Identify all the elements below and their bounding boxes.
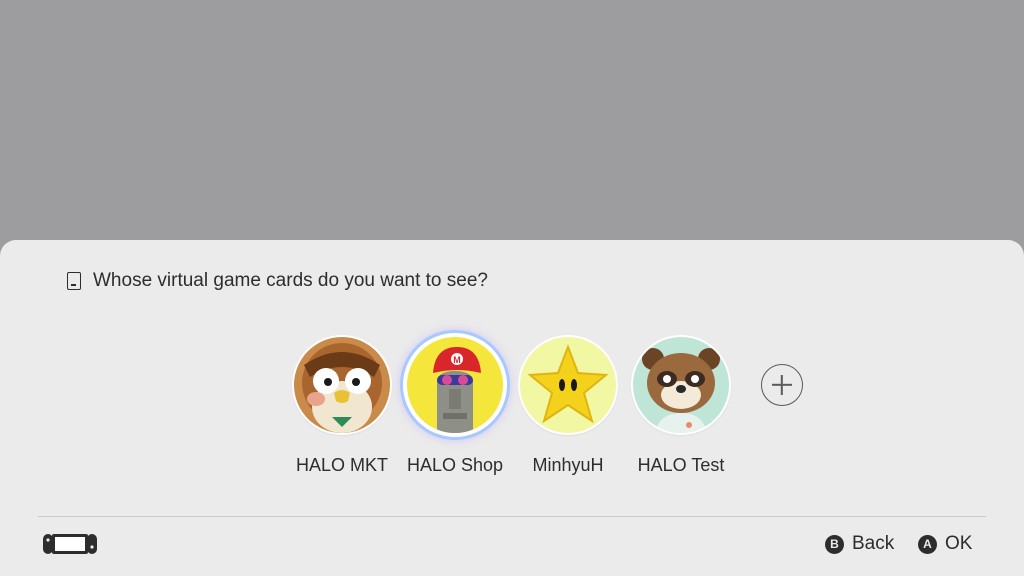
back-label: Back xyxy=(852,533,895,554)
b-button-icon: B xyxy=(825,534,844,554)
game-card-icon xyxy=(67,272,81,290)
prompt-text: Whose virtual game cards do you want to … xyxy=(93,270,488,291)
user-item-minhyuh[interactable]: MinhyuH xyxy=(508,334,628,476)
add-user-button[interactable] xyxy=(761,364,803,406)
user-name: MinhyuH xyxy=(532,455,604,475)
user-item-halo-test[interactable]: HALO Test xyxy=(621,334,741,476)
user-name: HALO Test xyxy=(637,455,725,475)
svg-text:M: M xyxy=(453,355,461,365)
yellow-star-avatar[interactable] xyxy=(520,337,616,433)
back-button[interactable]: B Back xyxy=(825,532,894,556)
user-name: HALO Shop xyxy=(406,455,504,475)
a-button-icon: A xyxy=(918,534,937,554)
raccoon-character-avatar[interactable] xyxy=(633,337,729,433)
ok-button[interactable]: A OK xyxy=(918,532,972,556)
user-list: HALO MKT M HALO Shop MinhyuH HALO Test xyxy=(0,334,1024,484)
user-item-halo-shop[interactable]: M HALO Shop xyxy=(395,334,515,476)
ok-label: OK xyxy=(945,533,973,554)
dialog-prompt: Whose virtual game cards do you want to … xyxy=(67,268,488,294)
user-item-halo-mkt[interactable]: HALO MKT xyxy=(282,334,402,476)
user-name: HALO MKT xyxy=(295,455,388,475)
switch-console-icon xyxy=(43,534,97,554)
owl-character-avatar[interactable] xyxy=(294,337,390,433)
statue-with-red-cap-avatar[interactable]: M xyxy=(407,337,503,433)
footer-divider xyxy=(38,516,986,517)
